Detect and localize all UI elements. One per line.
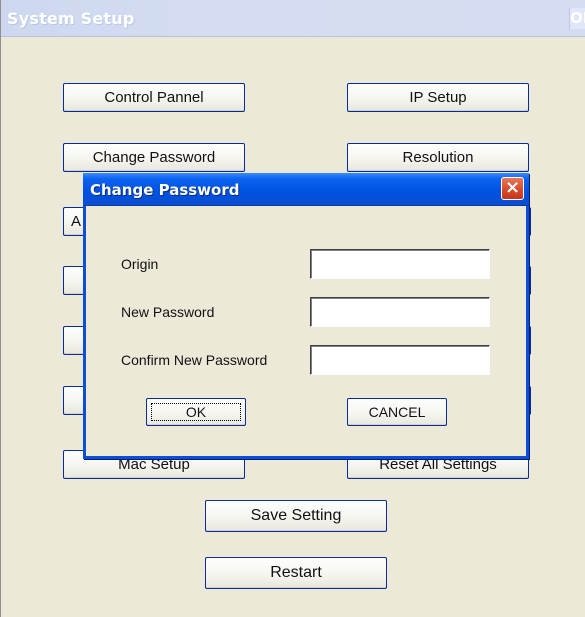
ok-button-label: OK [185, 404, 207, 420]
new-password-label: New Password [121, 304, 215, 320]
confirm-new-password-input[interactable] [310, 345, 490, 375]
system-setup-window: System Setup OK Control Pannel IP Setup … [0, 0, 585, 617]
change-password-dialog: Change Password × Origin New Password Co… [83, 173, 529, 459]
new-password-input[interactable] [310, 297, 490, 327]
system-setup-titlebar[interactable]: System Setup OK [1, 0, 585, 37]
restart-button[interactable]: Restart [205, 557, 387, 589]
origin-input[interactable] [310, 249, 490, 279]
resolution-button[interactable]: Resolution [347, 143, 529, 172]
ok-button[interactable]: OK [146, 398, 246, 426]
system-setup-ok-button[interactable]: OK [569, 8, 585, 29]
change-password-body: Origin New Password Confirm New Password… [86, 206, 526, 456]
close-icon: × [504, 176, 521, 198]
screen: System Setup OK Control Pannel IP Setup … [0, 0, 585, 617]
confirm-new-password-label: Confirm New Password [121, 352, 268, 368]
change-password-titlebar[interactable]: Change Password × [83, 173, 529, 206]
system-setup-title: System Setup [7, 9, 135, 28]
save-setting-button[interactable]: Save Setting [205, 500, 387, 532]
partially-hidden-button-label: A [71, 213, 82, 230]
control-panel-button[interactable]: Control Pannel [63, 83, 245, 112]
cancel-button[interactable]: CANCEL [347, 398, 447, 426]
ip-setup-button[interactable]: IP Setup [347, 83, 529, 112]
origin-label: Origin [121, 256, 159, 272]
change-password-title: Change Password [90, 181, 240, 199]
close-button[interactable]: × [501, 177, 524, 200]
change-password-button[interactable]: Change Password [63, 143, 245, 172]
